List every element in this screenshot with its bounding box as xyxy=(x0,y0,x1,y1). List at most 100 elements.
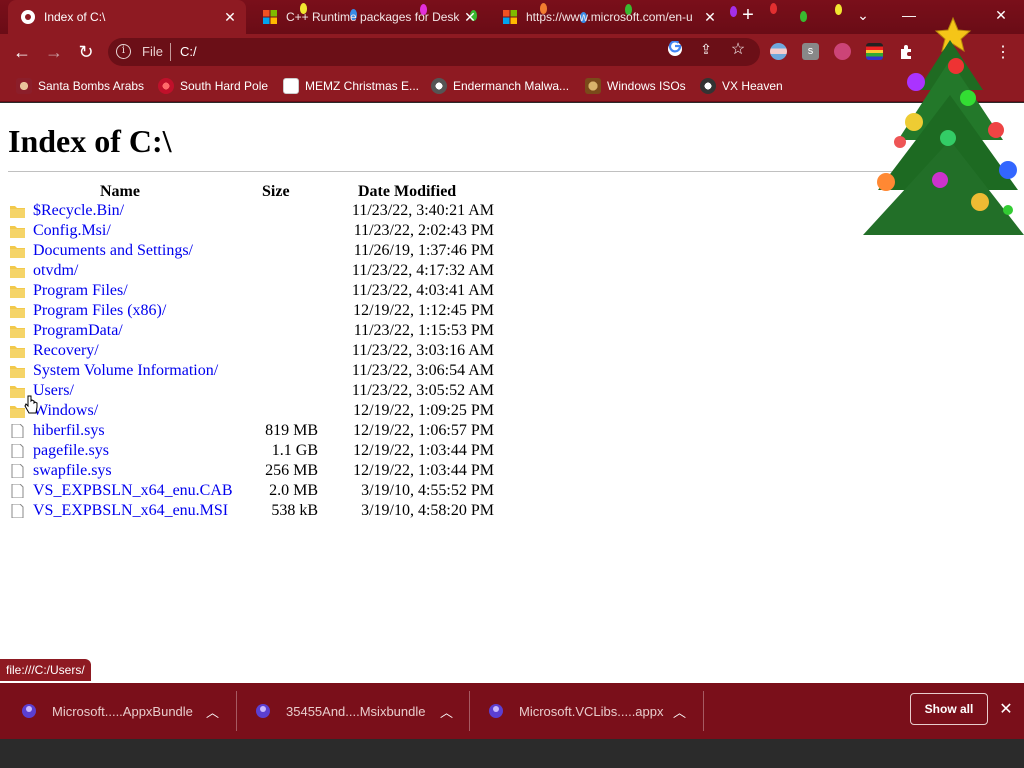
tab-title: Index of C:\ xyxy=(44,10,106,24)
bookmarks-bar: Santa Bombs Arabs South Hard Pole MEMZ C… xyxy=(0,70,1024,102)
download-shelf: Microsoft.....AppxBundle ︿ 35455And....M… xyxy=(0,683,1024,739)
close-window-button[interactable]: ✕ xyxy=(978,0,1024,30)
table-row: Windows/12/19/22, 1:09:25 PM xyxy=(0,402,520,422)
address-bar[interactable]: i File C:/ xyxy=(108,38,760,66)
extension-flag-icon[interactable] xyxy=(770,43,787,60)
entry-date: 11/23/22, 3:03:16 AM xyxy=(351,342,494,359)
entry-link[interactable]: System Volume Information/ xyxy=(33,362,218,380)
entry-date: 11/23/22, 4:17:32 AM xyxy=(351,262,494,279)
download-separator xyxy=(469,691,470,731)
entry-link[interactable]: Windows/ xyxy=(33,402,98,420)
entry-link[interactable]: VS_EXPBSLN_x64_enu.MSI xyxy=(33,502,228,520)
download-separator xyxy=(703,691,704,731)
package-icon xyxy=(256,704,270,718)
entry-link[interactable]: Program Files (x86)/ xyxy=(33,302,166,320)
column-header-date[interactable]: Date Modified xyxy=(358,183,456,201)
entry-link[interactable]: otvdm/ xyxy=(33,262,78,280)
bookmark-endermanch-malware[interactable]: Endermanch Malwa... xyxy=(431,76,569,96)
package-icon xyxy=(22,704,36,718)
folder-icon xyxy=(10,326,25,338)
package-icon xyxy=(489,704,503,718)
chevron-up-icon[interactable]: ︿ xyxy=(206,702,219,721)
show-all-button[interactable]: Show all xyxy=(910,693,988,725)
table-row: Config.Msi/11/23/22, 2:02:43 PM xyxy=(0,222,520,242)
tab-strip: Index of C:\ ✕ C++ Runtime packages for … xyxy=(0,0,1024,34)
bookmark-label: Windows ISOs xyxy=(607,79,686,93)
table-row: VS_EXPBSLN_x64_enu.CAB 2.0 MB 3/19/10, 4:5… xyxy=(0,482,520,502)
chevron-up-icon[interactable]: ︿ xyxy=(440,702,453,721)
download-item[interactable]: Microsoft.....AppxBundle ︿ xyxy=(20,691,236,731)
scheme-label: File xyxy=(142,44,163,59)
bookmark-label: South Hard Pole xyxy=(180,79,269,93)
extensions-puzzle-icon[interactable] xyxy=(897,43,915,61)
entry-link[interactable]: hiberfil.sys xyxy=(33,422,105,440)
entry-link[interactable]: Recovery/ xyxy=(33,342,99,360)
entry-size: 256 MB xyxy=(265,462,318,479)
table-row: System Volume Information/11/23/22, 3:06… xyxy=(0,362,520,382)
page-title: Index of C:\ xyxy=(8,123,172,159)
extension-rainbow-icon[interactable] xyxy=(866,43,883,60)
entry-link[interactable]: pagefile.sys xyxy=(33,442,109,460)
bookmark-santa-bombs-arabs[interactable]: Santa Bombs Arabs xyxy=(16,76,144,96)
bookmark-windows-isos[interactable]: Windows ISOs xyxy=(585,76,686,96)
reload-button[interactable]: ↻ xyxy=(74,40,98,64)
entry-link[interactable]: swapfile.sys xyxy=(33,462,112,480)
entry-link[interactable]: VS_EXPBSLN_x64_enu.CAB xyxy=(33,482,233,500)
bookmark-star-icon[interactable]: ☆ xyxy=(729,40,747,58)
extension-s-icon[interactable]: s xyxy=(802,43,819,60)
url-text[interactable]: C:/ xyxy=(180,44,197,59)
download-item[interactable]: 35455And....Msixbundle ︿ xyxy=(254,691,468,731)
entry-link[interactable]: Config.Msi/ xyxy=(33,222,111,240)
snowflake-icon xyxy=(158,78,174,94)
entry-link[interactable]: Documents and Settings/ xyxy=(33,242,193,260)
bookmark-label: Santa Bombs Arabs xyxy=(38,79,145,93)
chevron-up-icon[interactable]: ︿ xyxy=(673,702,686,721)
tab-close-icon[interactable]: ✕ xyxy=(222,9,238,26)
file-icon xyxy=(11,484,24,498)
tab-close-icon[interactable]: ✕ xyxy=(462,9,478,26)
entry-link[interactable]: Program Files/ xyxy=(33,282,128,300)
bookmark-label: MEMZ Christmas E... xyxy=(305,79,420,93)
tab-search-chevron-icon[interactable]: ⌄ xyxy=(840,0,886,30)
new-tab-button[interactable]: + xyxy=(733,0,763,30)
bookmark-memz-christmas[interactable]: MEMZ Christmas E... xyxy=(283,76,419,96)
folder-icon xyxy=(10,266,25,278)
tab-microsoft-url[interactable]: https://www.microsoft.com/en-u ✕ xyxy=(490,0,726,34)
tab-close-icon[interactable]: ✕ xyxy=(702,9,718,26)
entry-link[interactable]: ProgramData/ xyxy=(33,322,123,340)
bookmark-south-hard-pole[interactable]: South Hard Pole xyxy=(158,76,268,96)
column-header-size[interactable]: Size xyxy=(262,183,290,201)
file-icon xyxy=(11,444,24,458)
hand-cursor-icon xyxy=(24,395,38,414)
entry-date: 11/26/19, 1:37:46 PM xyxy=(353,242,494,259)
entry-size: 538 kB xyxy=(271,502,318,519)
download-separator xyxy=(236,691,237,731)
table-row: hiberfil.sys 819 MB 12/19/22, 1:06:57 PM xyxy=(0,422,520,442)
share-icon[interactable]: ⇪ xyxy=(697,40,715,58)
entry-link[interactable]: Users/ xyxy=(33,382,74,400)
tab-title: C++ Runtime packages for Desk xyxy=(286,10,460,24)
back-button[interactable]: ← xyxy=(10,40,34,64)
entry-link[interactable]: $Recycle.Bin/ xyxy=(33,202,124,220)
table-row: swapfile.sys 256 MB 12/19/22, 1:03:44 PM xyxy=(0,462,520,482)
extension-avatar-icon[interactable] xyxy=(834,43,851,60)
info-icon[interactable]: i xyxy=(116,44,131,59)
file-icon xyxy=(11,504,24,518)
tab-cpp-runtime[interactable]: C++ Runtime packages for Desk ✕ xyxy=(250,0,486,34)
google-lens-icon[interactable] xyxy=(666,40,684,58)
bookmark-vx-heaven[interactable]: VX Heaven xyxy=(700,76,783,96)
tab-title: https://www.microsoft.com/en-u xyxy=(526,10,693,24)
chrome-favicon-icon xyxy=(21,10,35,24)
entry-date: 3/19/10, 4:55:52 PM xyxy=(361,482,494,499)
entry-size: 819 MB xyxy=(265,422,318,439)
bookmark-label: VX Heaven xyxy=(722,79,783,93)
tab-index-of-c[interactable]: Index of C:\ ✕ xyxy=(8,0,246,34)
forward-button[interactable]: → xyxy=(42,40,66,64)
minimize-button[interactable]: — xyxy=(886,0,932,30)
light-bulb xyxy=(800,11,807,22)
download-item[interactable]: Microsoft.VCLibs.....appx ︿ xyxy=(487,691,703,731)
table-row: VS_EXPBSLN_x64_enu.MSI 538 kB 3/19/10, 4:5… xyxy=(0,502,520,522)
close-shelf-icon[interactable]: ✕ xyxy=(996,699,1016,719)
menu-kebab-icon[interactable]: ⋮ xyxy=(994,43,1012,61)
column-header-name[interactable]: Name xyxy=(100,183,140,201)
